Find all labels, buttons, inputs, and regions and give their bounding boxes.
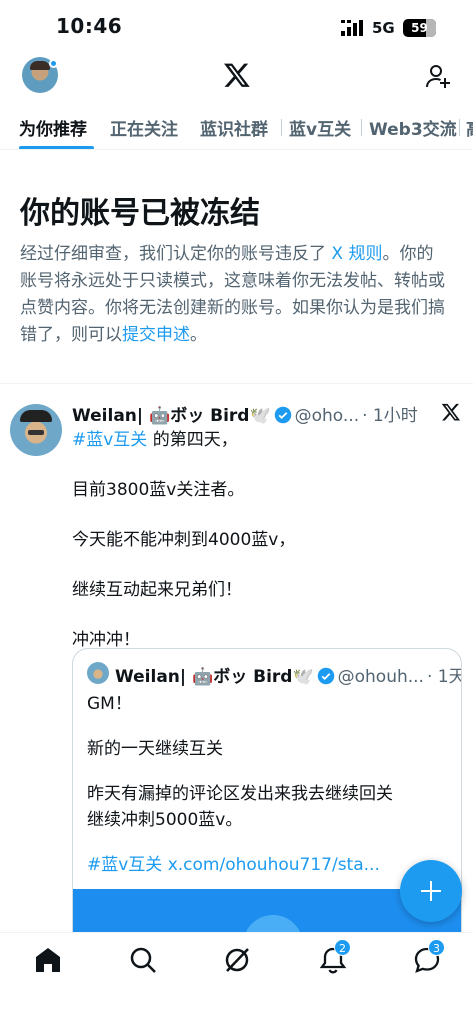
verified-badge-icon [317, 667, 334, 685]
battery-level: 59 [411, 21, 428, 35]
tweet-author-name[interactable]: Weilan| 🤖ボッ Bird🕊️ [72, 406, 271, 426]
notifications-tab[interactable]: 2 [318, 939, 351, 975]
x-rules-link[interactable]: X 规则 [331, 244, 382, 264]
signal-icon [341, 20, 363, 36]
quote-line-4: 继续冲刺5000蓝v。 [87, 810, 243, 830]
tab-web3[interactable]: Web3交流 [369, 115, 457, 140]
tweet[interactable]: Weilan| 🤖ボッ Bird🕊️ @oho... · 1小时 #蓝v互关 的第四… [0, 384, 473, 932]
follow-user-icon[interactable] [424, 63, 452, 91]
tweet-hashtag[interactable]: #蓝v互关 [72, 430, 147, 450]
notice-text-3: 。 [190, 325, 207, 345]
notice-title: 你的账号已被冻结 [20, 196, 260, 231]
network-label: 5G [372, 19, 395, 37]
appeal-link[interactable]: 提交申述 [122, 325, 190, 345]
tab-bluev-mutual[interactable]: 蓝v互关 [289, 115, 351, 140]
quote-time: · 1天 [426, 667, 462, 687]
notifications-badge: 2 [334, 939, 351, 956]
home-icon[interactable] [33, 945, 63, 975]
account-frozen-notice: 你的账号已被冻结 经过仔细审查，我们认定你的账号违反了 X 规则。你的账号将永远… [0, 150, 473, 384]
quote-text: GM！ 新的一天继续互关 昨天有漏掉的评论区发出来我去继续回关 继续冲刺5000… [87, 691, 447, 897]
tab-for-you[interactable]: 为你推荐 [19, 115, 87, 140]
tab-following[interactable]: 正在关注 [110, 115, 178, 140]
quote-line-3: 昨天有漏掉的评论区发出来我去继续回关 [87, 784, 393, 804]
tweet-author-avatar[interactable] [10, 404, 62, 456]
tab-more[interactable]: 高 [466, 115, 473, 140]
status-bar: 10:46 5G 59 [0, 0, 473, 56]
grok-icon[interactable] [222, 945, 252, 975]
tab-divider [459, 119, 460, 136]
notice-text-1: 经过仔细审查，我们认定你的账号违反了 [20, 244, 332, 264]
x-logo-icon[interactable] [223, 61, 251, 89]
unread-dot [49, 59, 58, 68]
tweet-line-3: 今天能不能冲刺到4000蓝v， [72, 530, 296, 550]
compose-button[interactable] [400, 860, 462, 922]
quote-author-avatar [87, 662, 109, 684]
quote-author-name: Weilan| 🤖ボッ Bird🕊️ [115, 667, 314, 687]
tweet-author-handle[interactable]: @oho... [295, 406, 360, 426]
status-time: 10:46 [56, 14, 123, 38]
timeline-tabs: 为你推荐 正在关注 蓝识社群 蓝v互关 Web3交流 高 [0, 105, 473, 150]
messages-tab[interactable]: 3 [412, 939, 445, 975]
search-icon[interactable] [128, 945, 158, 975]
tweet-time: · 1小时 [362, 406, 418, 426]
tweet-text: #蓝v互关 的第四天， 目前3800蓝v关注者。 今天能不能冲刺到4000蓝v，… [72, 426, 452, 676]
x-logo-icon [441, 403, 461, 421]
quote-hashtag[interactable]: #蓝v互关 [87, 855, 162, 875]
quote-link[interactable]: x.com/ohouhou717/sta... [162, 855, 380, 875]
tab-bluecheck-community[interactable]: 蓝识社群 [200, 115, 268, 140]
bottom-nav: 2 3 [0, 932, 473, 1024]
quote-line-2: 新的一天继续互关 [87, 739, 223, 759]
tweet-line-1: 的第四天， [147, 430, 238, 450]
tweet-line-4: 继续互动起来兄弟们！ [72, 580, 242, 600]
tweet-header: Weilan| 🤖ボッ Bird🕊️ @oho... · 1小时 [72, 401, 452, 427]
tweet-line-2: 目前3800蓝v关注者。 [72, 480, 245, 500]
verified-badge-icon [274, 406, 291, 424]
quote-author-handle: @ohouh... [337, 667, 424, 687]
tab-divider [361, 119, 362, 136]
notice-body: 经过仔细审查，我们认定你的账号违反了 X 规则。你的账号将永远处于只读模式，这意… [20, 241, 450, 349]
quote-header: Weilan| 🤖ボッ Bird🕊️ @ohouh... · 1天 [115, 662, 461, 687]
battery-icon: 59 [403, 19, 436, 37]
messages-badge: 3 [428, 939, 445, 956]
tab-divider [281, 119, 282, 136]
quote-line-1: GM！ [87, 694, 132, 714]
